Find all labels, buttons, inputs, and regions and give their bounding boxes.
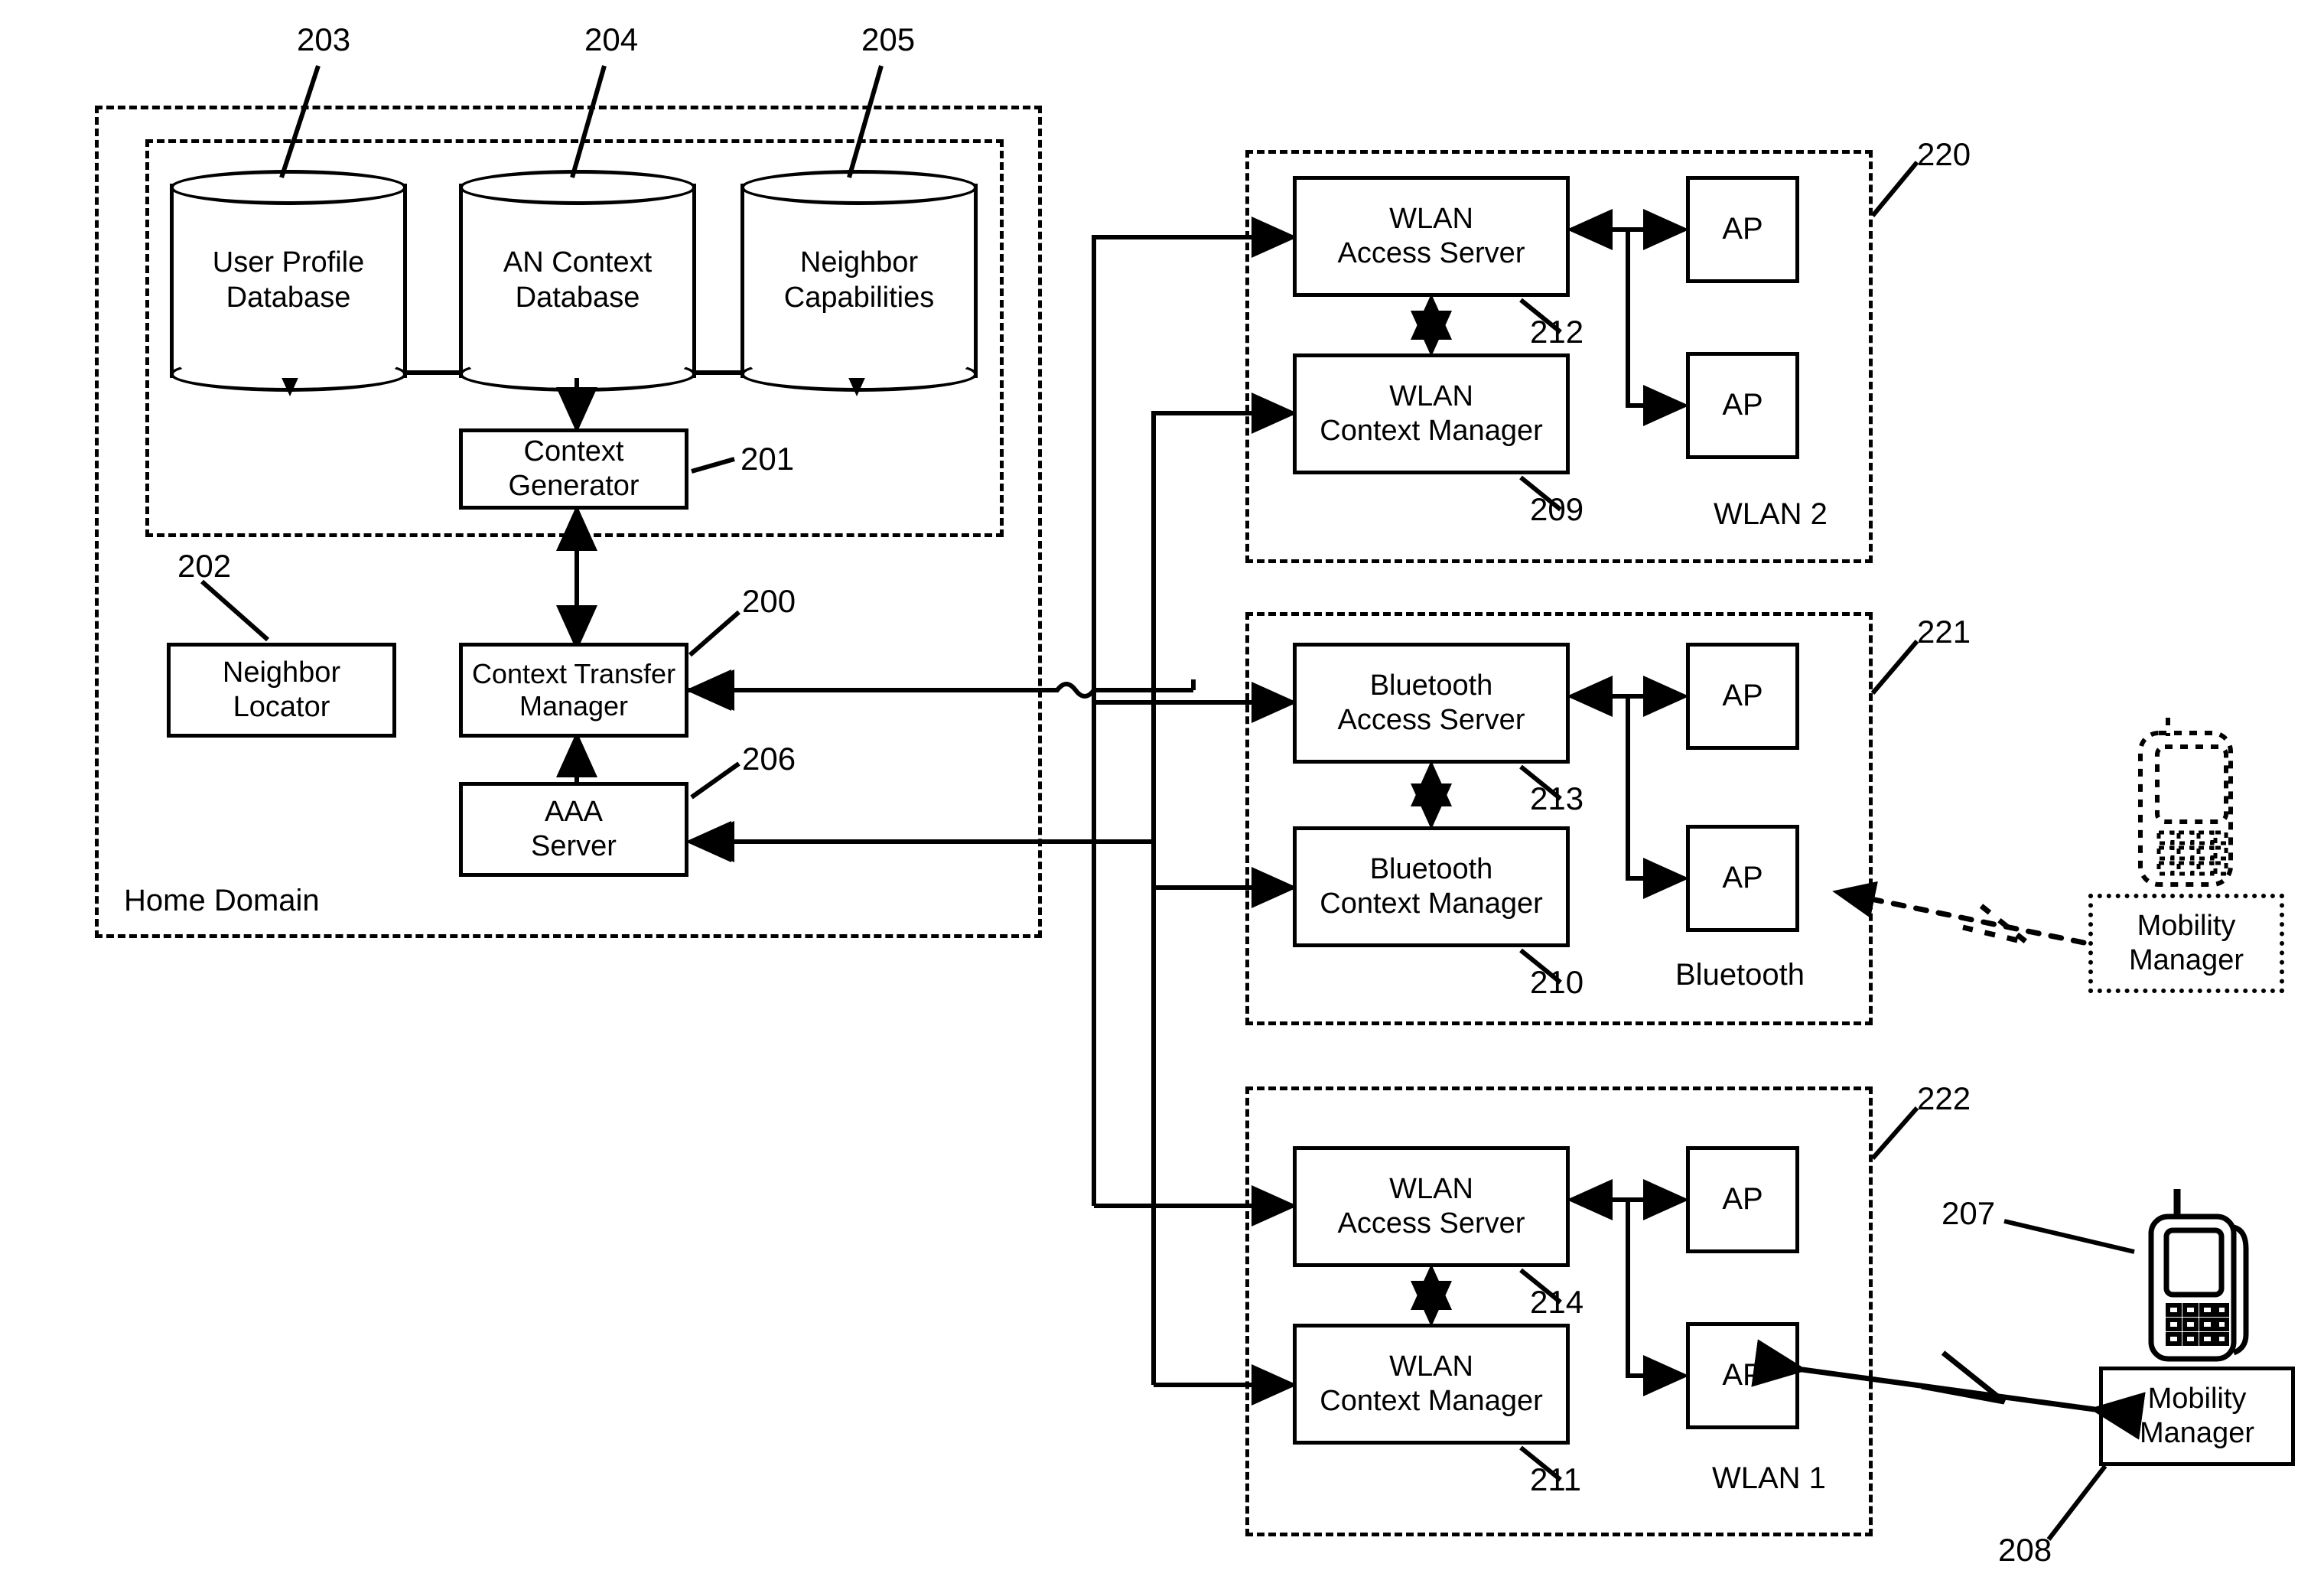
aaa-server-block[interactable]: AAA Server (459, 782, 688, 877)
wlan2-cm-line2: Context Manager (1320, 415, 1543, 447)
db-label-line2: Database (226, 282, 351, 314)
bt-as-line1: Bluetooth (1369, 669, 1493, 702)
context-transfer-manager-line1: Context Transfer (471, 657, 676, 689)
ap-label: AP (1722, 1358, 1763, 1393)
wlan1-as-line1: WLAN (1389, 1173, 1473, 1206)
context-generator-block[interactable]: Context Generator (459, 428, 688, 510)
ghost-mm-line2: Manager (2129, 944, 2244, 976)
bluetooth-ap-2[interactable]: AP (1686, 825, 1799, 932)
home-domain-label: Home Domain (124, 884, 320, 917)
ref-207: 207 (1942, 1195, 1996, 1231)
ref-202: 202 (177, 548, 232, 584)
ref-203: 203 (297, 21, 351, 57)
wlan1-cm-line2: Context Manager (1320, 1385, 1543, 1417)
bluetooth-access-server-block[interactable]: Bluetooth Access Server (1293, 643, 1570, 764)
ref-201: 201 (740, 441, 795, 477)
ref-212: 212 (1530, 314, 1584, 350)
ref-210: 210 (1530, 964, 1584, 1000)
mobile-handset-icon (2148, 1189, 2249, 1362)
bt-cm-line1: Bluetooth (1369, 853, 1493, 886)
db-label-line1: AN Context (503, 246, 653, 279)
mobility-manager-block[interactable]: Mobility Manager (2099, 1367, 2295, 1466)
patent-figure: Home Domain User Profile Database AN Con… (0, 0, 2324, 1593)
ghost-mobility-manager-block[interactable]: Mobility Manager (2088, 894, 2284, 993)
ref-214: 214 (1530, 1284, 1584, 1320)
neighbor-locator-line1: Neighbor (222, 656, 341, 689)
ref-213: 213 (1530, 780, 1584, 816)
ref-205: 205 (861, 21, 916, 57)
ap-label: AP (1722, 679, 1763, 713)
wlan1-context-manager-block[interactable]: WLAN Context Manager (1293, 1324, 1570, 1445)
wlan2-as-line2: Access Server (1337, 237, 1525, 269)
neighbor-capabilities-database: Neighbor Capabilities (740, 170, 978, 392)
ghost-handset-icon (2138, 718, 2233, 887)
db-label-line1: Neighbor (799, 246, 919, 279)
wlan2-context-manager-block[interactable]: WLAN Context Manager (1293, 353, 1570, 474)
wlan2-ap-2[interactable]: AP (1686, 352, 1799, 459)
wlan1-label: WLAN 1 (1712, 1461, 1826, 1495)
ref-206: 206 (742, 741, 796, 777)
an-context-database: AN Context Database (459, 170, 696, 392)
wlan1-access-server-block[interactable]: WLAN Access Server (1293, 1146, 1570, 1267)
wlan1-cm-line1: WLAN (1389, 1350, 1473, 1383)
wlan2-access-server-block[interactable]: WLAN Access Server (1293, 176, 1570, 297)
ref-221: 221 (1917, 614, 1971, 650)
bt-as-line2: Access Server (1337, 704, 1525, 736)
ghost-mm-line1: Mobility (2137, 910, 2236, 943)
mm-line2: Manager (2140, 1417, 2254, 1449)
ap-label: AP (1722, 1182, 1763, 1217)
wlan2-ap-1[interactable]: AP (1686, 176, 1799, 283)
bt-cm-line2: Context Manager (1320, 888, 1543, 920)
wlan1-ap-2[interactable]: AP (1686, 1322, 1799, 1429)
ref-200: 200 (742, 583, 796, 619)
db-label-line2: Database (515, 282, 640, 314)
wlan2-as-line1: WLAN (1389, 203, 1473, 236)
ap-label: AP (1722, 861, 1763, 895)
ap-label: AP (1722, 212, 1763, 246)
neighbor-locator-block[interactable]: Neighbor Locator (167, 643, 396, 738)
wlan1-ap-1[interactable]: AP (1686, 1146, 1799, 1253)
wlan2-label: WLAN 2 (1714, 497, 1828, 531)
mm-line1: Mobility (2147, 1383, 2247, 1415)
ref-211: 211 (1530, 1461, 1581, 1497)
context-generator-line1: Context (523, 435, 624, 468)
user-profile-database: User Profile Database (170, 170, 407, 392)
ref-222: 222 (1917, 1080, 1971, 1116)
ref-208: 208 (1998, 1532, 2052, 1568)
bluetooth-label: Bluetooth (1675, 958, 1805, 992)
aaa-server-line1: AAA (544, 796, 604, 829)
context-transfer-manager-block[interactable]: Context Transfer Manager (459, 643, 688, 738)
aaa-server-line2: Server (531, 830, 617, 862)
neighbor-locator-line2: Locator (233, 691, 330, 723)
context-generator-line2: Generator (508, 470, 640, 502)
db-label-line1: User Profile (212, 246, 365, 279)
ref-209: 209 (1530, 491, 1584, 527)
wlan1-as-line2: Access Server (1337, 1207, 1525, 1240)
ref-220: 220 (1917, 136, 1971, 172)
bluetooth-ap-1[interactable]: AP (1686, 643, 1799, 750)
db-label-line2: Capabilities (783, 282, 935, 314)
ref-204: 204 (584, 21, 639, 57)
wlan2-cm-line1: WLAN (1389, 380, 1473, 413)
bluetooth-context-manager-block[interactable]: Bluetooth Context Manager (1293, 826, 1570, 947)
context-transfer-manager-line2: Manager (519, 690, 629, 722)
ap-label: AP (1722, 388, 1763, 422)
